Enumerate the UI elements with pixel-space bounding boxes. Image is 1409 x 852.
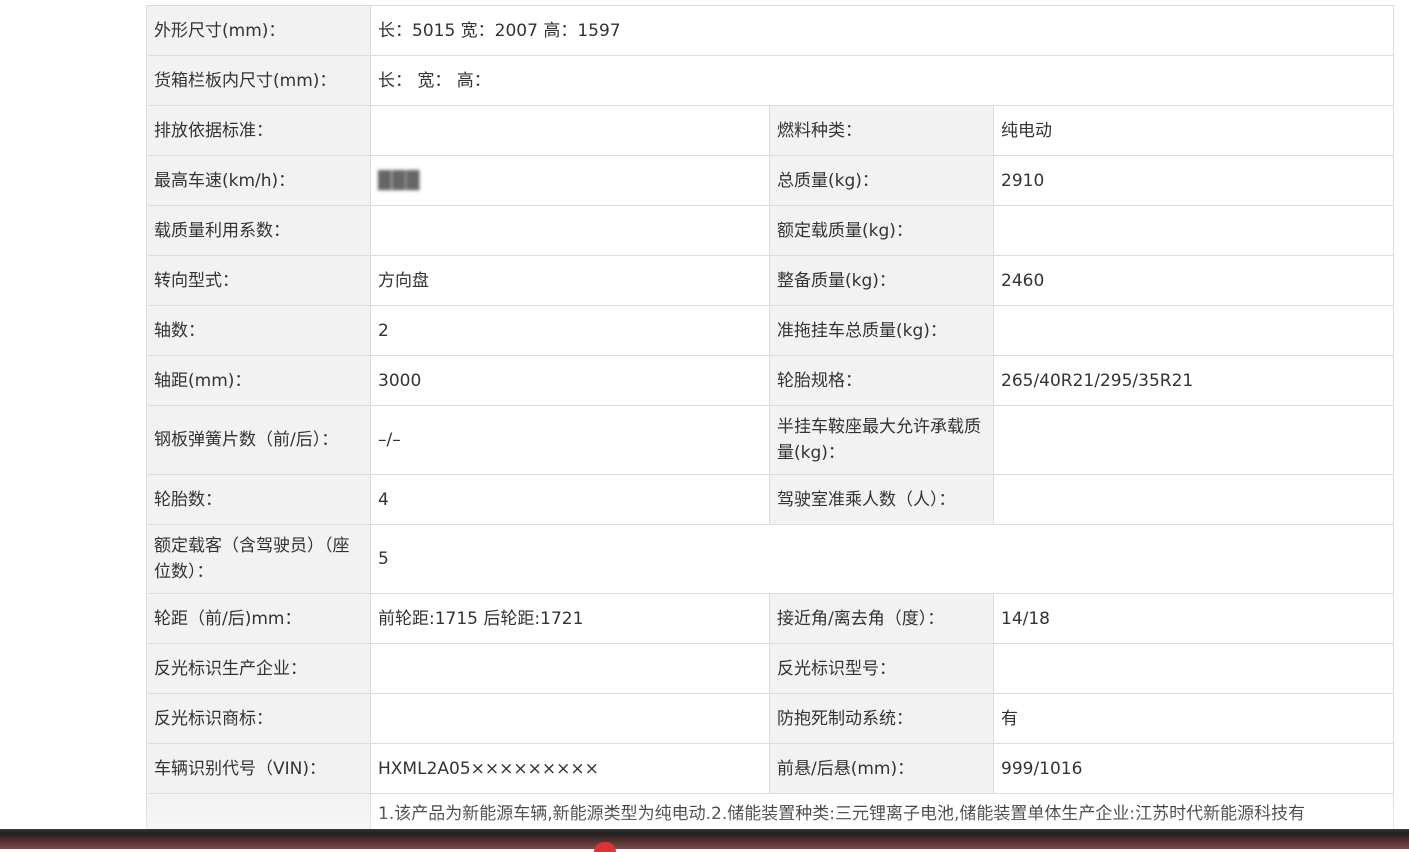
table-row: 轴数： 2 准拖挂车总质量(kg)： [146,305,1395,356]
axles-label: 轴数： [146,305,371,356]
table-row: 载质量利用系数： 额定载质量(kg)： [146,205,1395,256]
emission-std-label: 排放依据标准： [146,105,371,156]
rated-passengers-value: 5 [369,524,1395,594]
saddle-load-label: 半挂车鞍座最大允许承载质量(kg)： [769,405,994,475]
abs-label: 防抱死制动系统： [769,693,994,744]
dimensions-value: 长：5015 宽：2007 高：1597 [369,5,1395,56]
cab-passengers-label: 驾驶室准乘人数（人）： [769,474,994,525]
wheelbase-value: 3000 [370,355,770,406]
angles-label: 接近角/离去角（度）： [769,593,994,644]
overhang-value: 999/1016 [992,743,1395,794]
table-row: 车辆识别代号（VIN)： HXML2A05××××××××× 前悬/后悬(mm)… [146,743,1395,794]
rated-passengers-label: 额定载客（含驾驶员）（座位数）： [146,524,371,594]
cab-passengers-value [992,474,1395,525]
rated-load-label: 额定载质量(kg)： [769,205,994,256]
table-row: 反光标识生产企业： 反光标识型号： [146,643,1395,694]
table-row: 轴距(mm)： 3000 轮胎规格： 265/40R21/295/35R21 [146,355,1395,406]
fuel-type-value: 纯电动 [992,105,1395,156]
dimensions-label: 外形尺寸(mm)： [146,5,371,56]
max-speed-value-redacted: ███ [378,170,421,191]
trailer-mass-value [992,305,1395,356]
reflector-brand-label: 反光标识商标： [146,693,371,744]
max-speed-label: 最高车速(km/h)： [146,155,371,206]
table-row: 钢板弹簧片数（前/后）： –/– 半挂车鞍座最大允许承载质量(kg)： [146,405,1395,475]
max-speed-value-cell: ███ [370,155,770,206]
reflector-maker-value [370,643,770,694]
track-value: 前轮距:1715 后轮距:1721 [370,593,770,644]
gross-mass-value: 2910 [992,155,1395,206]
wheelbase-label: 轴距(mm)： [146,355,371,406]
fuel-type-label: 燃料种类： [769,105,994,156]
table-row: 最高车速(km/h)： ███ 总质量(kg)： 2910 [146,155,1395,206]
table-row: 货箱栏板内尺寸(mm)： 长： 宽： 高： [146,55,1395,106]
tire-spec-value: 265/40R21/295/35R21 [992,355,1395,406]
curb-mass-value: 2460 [992,255,1395,306]
tire-spec-label: 轮胎规格： [769,355,994,406]
vehicle-spec-table: 外形尺寸(mm)： 长：5015 宽：2007 高：1597 货箱栏板内尺寸(m… [146,5,1395,844]
tire-count-label: 轮胎数： [146,474,371,525]
leaf-springs-label: 钢板弹簧片数（前/后）： [146,405,371,475]
cargo-box-value: 长： 宽： 高： [369,55,1395,106]
rated-load-value [992,205,1395,256]
reflector-model-label: 反光标识型号： [769,643,994,694]
angles-value: 14/18 [992,593,1395,644]
load-factor-value [370,205,770,256]
saddle-load-value [992,405,1395,475]
track-label: 轮距（前/后)mm： [146,593,371,644]
table-row: 轮距（前/后)mm： 前轮距:1715 后轮距:1721 接近角/离去角（度）：… [146,593,1395,644]
table-row: 轮胎数： 4 驾驶室准乘人数（人）： [146,474,1395,525]
leaf-springs-value: –/– [370,405,770,475]
table-row: 额定载客（含驾驶员）（座位数）： 5 [146,524,1395,594]
tire-count-value: 4 [370,474,770,525]
reflector-maker-label: 反光标识生产企业： [146,643,371,694]
cargo-box-label: 货箱栏板内尺寸(mm)： [146,55,371,106]
taskbar-strip [0,829,1409,849]
vin-value: HXML2A05××××××××× [370,743,770,794]
emission-std-value [370,105,770,156]
table-row: 排放依据标准： 燃料种类： 纯电动 [146,105,1395,156]
curb-mass-label: 整备质量(kg)： [769,255,994,306]
load-factor-label: 载质量利用系数： [146,205,371,256]
table-row: 反光标识商标： 防抱死制动系统： 有 [146,693,1395,744]
reflector-model-value [992,643,1395,694]
overhang-label: 前悬/后悬(mm)： [769,743,994,794]
reflector-brand-value [370,693,770,744]
table-row: 转向型式： 方向盘 整备质量(kg)： 2460 [146,255,1395,306]
abs-value: 有 [992,693,1395,744]
steering-label: 转向型式： [146,255,371,306]
steering-value: 方向盘 [370,255,770,306]
vin-label: 车辆识别代号（VIN)： [146,743,371,794]
axles-value: 2 [370,305,770,356]
trailer-mass-label: 准拖挂车总质量(kg)： [769,305,994,356]
gross-mass-label: 总质量(kg)： [769,155,994,206]
table-row: 外形尺寸(mm)： 长：5015 宽：2007 高：1597 [146,5,1395,56]
